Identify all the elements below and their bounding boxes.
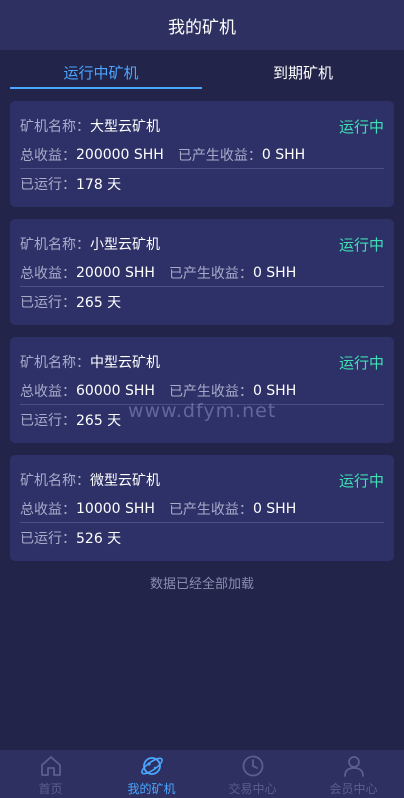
produced-income-label: 已产生收益： (168, 266, 253, 282)
produced-income-value: 0 SHH (252, 383, 297, 399)
income-row: 总收益： 60000 SHH 已产生收益： 0 SHH (20, 381, 296, 401)
running-days: 526 天 (76, 531, 122, 547)
total-income-label: 总收益： (20, 502, 76, 518)
divider (20, 522, 384, 523)
nav-member-center[interactable]: 会员中心 (303, 750, 404, 798)
running-label: 已运行： (20, 531, 76, 547)
miner-name: 中型云矿机 (90, 355, 160, 371)
nav-label: 首页 (38, 782, 63, 796)
nav-label: 会员中心 (329, 782, 378, 796)
running-row: 已运行： 265 天 (20, 292, 121, 312)
status-badge: 运行中 (338, 118, 384, 136)
tab-label: 到期矿机 (272, 63, 333, 82)
tab-label: 运行中矿机 (63, 63, 139, 82)
miner-name-label: 矿机名称： (20, 237, 90, 253)
tab-expired-miners[interactable]: 到期矿机 (202, 50, 404, 94)
running-days: 178 天 (76, 177, 122, 193)
tab-running-miners[interactable]: 运行中矿机 (0, 50, 202, 94)
income-row: 总收益： 20000 SHH 已产生收益： 0 SHH (20, 263, 296, 283)
produced-income-value: 0 SHH (252, 501, 297, 517)
planet-icon (140, 757, 163, 775)
miner-name-row: 矿机名称： 中型云矿机 (20, 352, 160, 372)
clock-icon (242, 755, 263, 777)
total-income-value: 200000 SHH (76, 147, 164, 163)
miner-name-row: 矿机名称： 小型云矿机 (20, 234, 160, 254)
miner-name-label: 矿机名称： (20, 119, 90, 135)
income-row: 总收益： 10000 SHH 已产生收益： 0 SHH (20, 499, 296, 519)
miner-card[interactable]: 矿机名称： 中型云矿机 运行中 总收益： 60000 SHH 已产生收益： 0 … (10, 337, 394, 443)
user-icon (343, 756, 364, 777)
miner-card[interactable]: 矿机名称： 小型云矿机 运行中 总收益： 20000 SHH 已产生收益： 0 … (10, 219, 394, 325)
running-row: 已运行： 178 天 (20, 174, 121, 194)
home-icon (40, 756, 61, 776)
nav-home[interactable]: 首页 (0, 750, 101, 798)
nav-trade-center[interactable]: 交易中心 (202, 750, 303, 798)
running-row: 已运行： 526 天 (20, 528, 121, 548)
miner-card[interactable]: 矿机名称： 微型云矿机 运行中 总收益： 10000 SHH 已产生收益： 0 … (10, 455, 394, 561)
total-income-label: 总收益： (20, 266, 76, 282)
nav-label: 交易中心 (228, 782, 277, 796)
miner-name-label: 矿机名称： (20, 355, 90, 371)
total-income-value: 10000 SHH (76, 501, 155, 517)
status-badge: 运行中 (338, 236, 384, 254)
page-title: 我的矿机 (168, 17, 236, 38)
divider (20, 286, 384, 287)
status-badge: 运行中 (338, 472, 384, 490)
header-bar: 我的矿机 (0, 0, 404, 50)
tab-bar: 运行中矿机 到期矿机 (0, 50, 404, 94)
running-days: 265 天 (76, 295, 122, 311)
nav-my-miners[interactable]: 我的矿机 (101, 750, 202, 798)
divider (20, 168, 384, 169)
all-loaded-text: 数据已经全部加载 (149, 577, 254, 592)
miner-name: 微型云矿机 (90, 473, 160, 489)
running-label: 已运行： (20, 413, 76, 429)
produced-income-label: 已产生收益： (168, 502, 253, 518)
running-row: 已运行： 265 天 (20, 410, 121, 430)
bottom-nav: 首页 我的矿机 交易中心 会员中心 (0, 750, 404, 798)
produced-income-label: 已产生收益： (177, 148, 262, 164)
miner-name: 大型云矿机 (90, 119, 160, 135)
watermark: www.dfym.net (128, 400, 277, 422)
status-badge: 运行中 (338, 354, 384, 372)
total-income-value: 20000 SHH (76, 265, 155, 281)
running-days: 265 天 (76, 413, 122, 429)
miner-name-row: 矿机名称： 大型云矿机 (20, 116, 160, 136)
total-income-label: 总收益： (20, 148, 76, 164)
produced-income-value: 0 SHH (252, 265, 297, 281)
miner-name-label: 矿机名称： (20, 473, 90, 489)
miner-card[interactable]: 矿机名称： 大型云矿机 运行中 总收益： 200000 SHH 已产生收益： 0… (10, 101, 394, 207)
produced-income-value: 0 SHH (261, 147, 306, 163)
miner-name: 小型云矿机 (90, 237, 160, 253)
miner-name-row: 矿机名称： 微型云矿机 (20, 470, 160, 490)
total-income-label: 总收益： (20, 384, 76, 400)
running-label: 已运行： (20, 295, 76, 311)
produced-income-label: 已产生收益： (168, 384, 253, 400)
running-label: 已运行： (20, 177, 76, 193)
nav-label: 我的矿机 (127, 782, 176, 796)
total-income-value: 60000 SHH (76, 383, 155, 399)
income-row: 总收益： 200000 SHH 已产生收益： 0 SHH (20, 145, 305, 165)
